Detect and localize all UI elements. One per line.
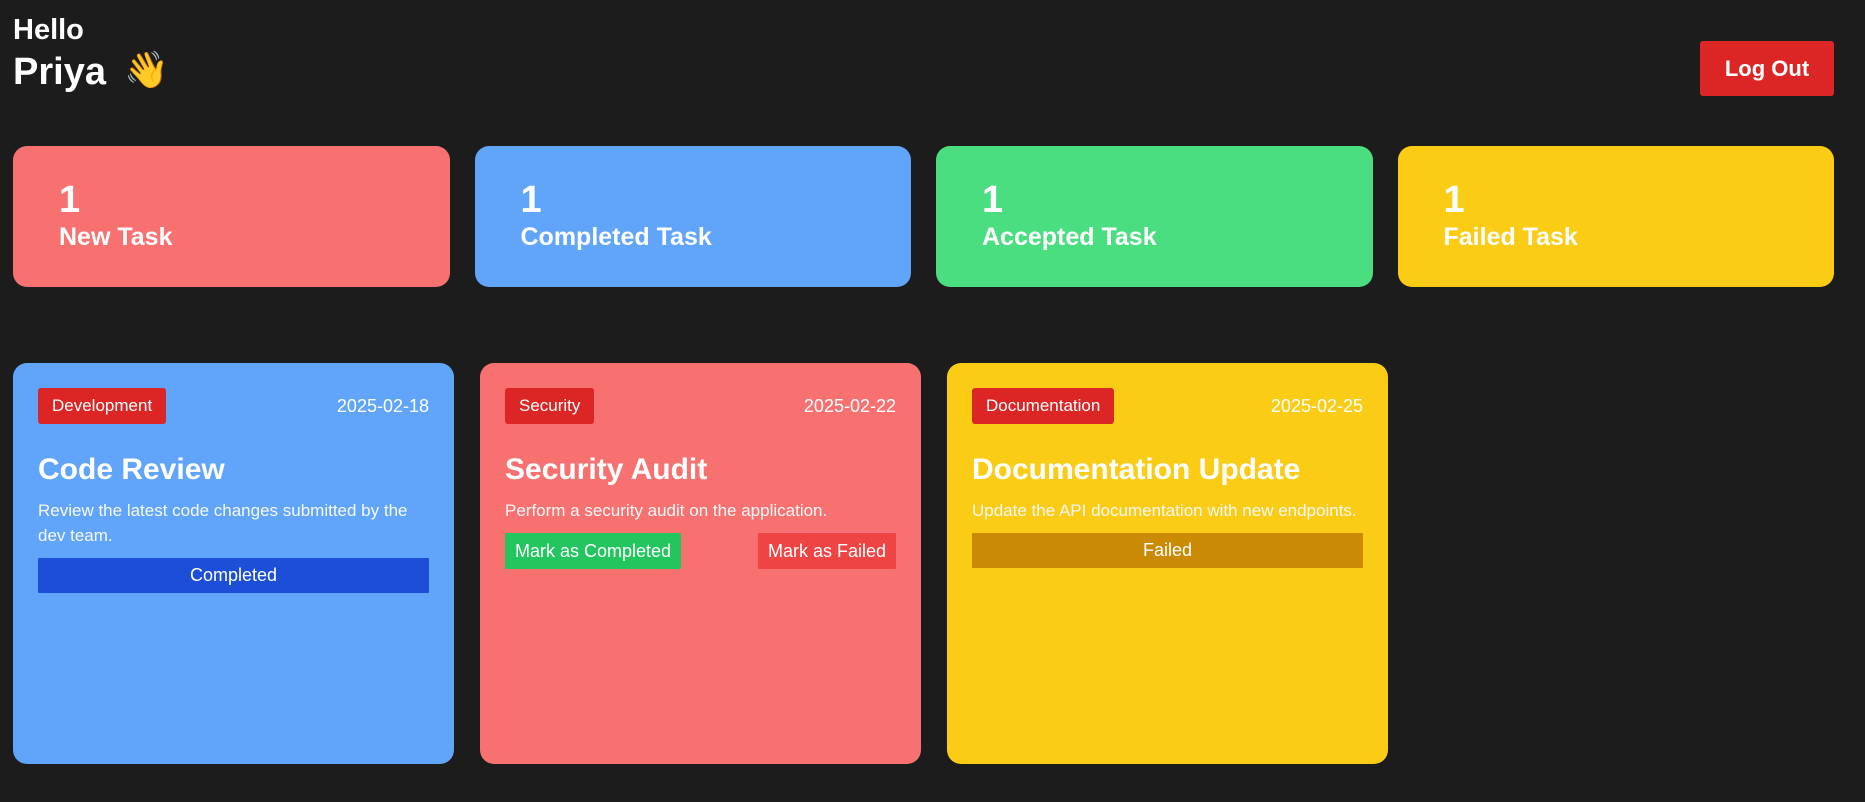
task-category-badge: Security xyxy=(505,388,595,424)
dashboard-header: Hello Priya 👋 Log Out xyxy=(13,12,1834,102)
stat-card-accepted: 1 Accepted Task xyxy=(936,146,1373,287)
task-list: Development 2025-02-18 Code Review Revie… xyxy=(13,363,1388,764)
stat-count: 1 xyxy=(520,179,542,221)
greeting-text: Hello xyxy=(13,14,84,46)
task-card-header: Security 2025-02-22 xyxy=(505,388,896,424)
greeting-name-row: Priya 👋 xyxy=(13,49,1834,94)
task-card-security-audit: Security 2025-02-22 Security Audit Perfo… xyxy=(480,363,921,764)
user-name: Priya xyxy=(13,51,106,93)
task-category-badge: Documentation xyxy=(972,388,1115,424)
mark-completed-button[interactable]: Mark as Completed xyxy=(505,533,682,569)
stat-card-completed: 1 Completed Task xyxy=(474,146,911,287)
task-title: Documentation Update xyxy=(972,453,1301,486)
task-description: Review the latest code changes submitted… xyxy=(38,501,408,545)
task-status-completed: Completed xyxy=(38,558,429,593)
stat-count: 1 xyxy=(982,179,1004,221)
task-description: Perform a security audit on the applicat… xyxy=(505,501,828,520)
stat-count: 1 xyxy=(59,179,81,221)
task-stats: 1 New Task 1 Completed Task 1 Accepted T… xyxy=(13,146,1834,287)
task-card-documentation-update: Documentation 2025-02-25 Documentation U… xyxy=(947,363,1388,764)
task-date: 2025-02-25 xyxy=(1270,395,1363,416)
task-status-failed: Failed xyxy=(972,533,1363,568)
stat-count: 1 xyxy=(1443,179,1465,221)
task-card-code-review: Development 2025-02-18 Code Review Revie… xyxy=(13,363,454,764)
stat-card-new: 1 New Task xyxy=(13,146,450,287)
task-card-header: Development 2025-02-18 xyxy=(38,388,429,424)
task-card-header: Documentation 2025-02-25 xyxy=(972,388,1363,424)
logout-button[interactable]: Log Out xyxy=(1700,41,1834,96)
waving-hand-icon: 👋 xyxy=(123,49,169,90)
stat-label: Accepted Task xyxy=(982,223,1157,251)
task-category-badge: Development xyxy=(38,388,167,424)
task-title: Security Audit xyxy=(505,453,708,486)
task-date: 2025-02-22 xyxy=(803,395,896,416)
stat-label: Failed Task xyxy=(1443,223,1578,251)
stat-label: Completed Task xyxy=(520,223,712,251)
task-actions: Mark as Completed Mark as Failed xyxy=(505,533,896,569)
mark-failed-button[interactable]: Mark as Failed xyxy=(757,533,896,569)
stat-card-failed: 1 Failed Task xyxy=(1397,146,1834,287)
stat-label: New Task xyxy=(59,223,173,251)
task-title: Code Review xyxy=(38,453,225,486)
task-description: Update the API documentation with new en… xyxy=(972,501,1357,520)
task-date: 2025-02-18 xyxy=(336,395,429,416)
